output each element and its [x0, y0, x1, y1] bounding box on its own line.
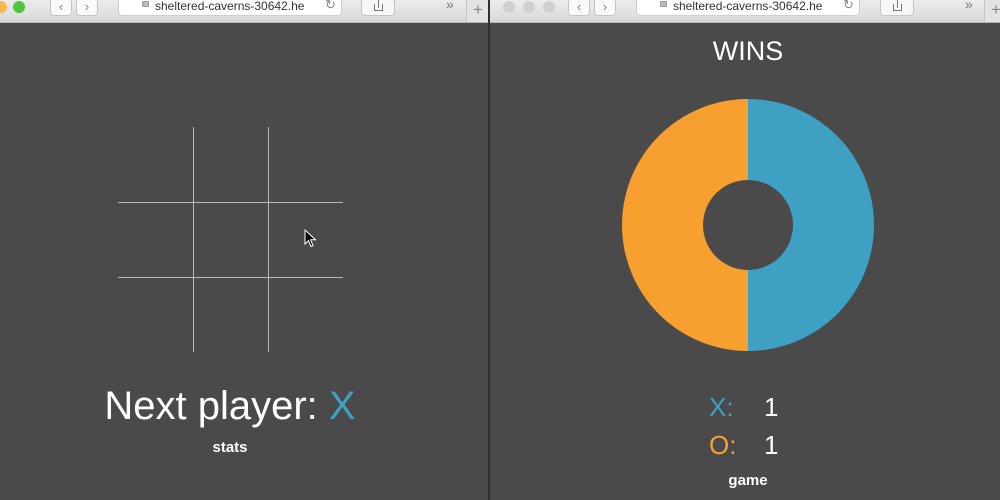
- board-cell-8[interactable]: [193, 277, 268, 352]
- reload-icon[interactable]: ↻: [843, 0, 854, 14]
- stats-window: ‹ › sheltered-caverns-30642.he ↻ » + WIN…: [490, 0, 1000, 500]
- forward-icon: ›: [602, 0, 608, 14]
- game-link[interactable]: game: [490, 472, 1000, 489]
- new-tab-button[interactable]: +: [466, 0, 488, 22]
- minimize-button[interactable]: [0, 1, 7, 13]
- donut-slice-x: [748, 99, 874, 351]
- lock-icon: [142, 1, 149, 7]
- reload-icon[interactable]: ↻: [325, 0, 336, 14]
- url-text: sheltered-caverns-30642.he: [155, 0, 305, 13]
- score-value-o: 1: [764, 430, 779, 460]
- wins-donut-chart: [622, 99, 874, 351]
- donut-slice-o: [622, 99, 748, 351]
- address-bar[interactable]: sheltered-caverns-30642.he ↻: [118, 0, 342, 16]
- lock-icon: [660, 1, 667, 7]
- board-cell-4[interactable]: [118, 202, 193, 277]
- browser-toolbar: ‹ › sheltered-caverns-30642.he ↻ » +: [490, 0, 1000, 23]
- forward-button[interactable]: ›: [594, 0, 616, 16]
- stats-link[interactable]: stats: [0, 439, 460, 456]
- close-button[interactable]: [503, 1, 515, 13]
- score-label-x: X:: [709, 392, 734, 422]
- zoom-button[interactable]: [13, 1, 25, 13]
- overflow-chevron-icon[interactable]: »: [965, 0, 973, 12]
- score-value-x: 1: [764, 392, 779, 422]
- board-cell-5[interactable]: [193, 202, 268, 277]
- back-icon: ‹: [576, 0, 582, 14]
- back-button[interactable]: ‹: [50, 0, 72, 16]
- forward-button[interactable]: ›: [76, 0, 98, 16]
- url-text: sheltered-caverns-30642.he: [673, 0, 823, 13]
- share-button[interactable]: [880, 0, 914, 16]
- next-player-value: X: [328, 384, 356, 428]
- browser-toolbar: ‹ › sheltered-caverns-30642.he ↻ » +: [0, 0, 488, 23]
- forward-icon: ›: [84, 0, 90, 14]
- board-cell-9[interactable]: [268, 277, 343, 352]
- board-cell-7[interactable]: [118, 277, 193, 352]
- back-icon: ‹: [58, 0, 64, 14]
- wins-title: WINS: [712, 36, 784, 66]
- next-player-status: Next player: X: [0, 378, 460, 434]
- score-label-o: O:: [709, 430, 737, 460]
- board-cell-1[interactable]: [118, 127, 193, 202]
- board-cell-3[interactable]: [268, 127, 343, 202]
- board-cell-2[interactable]: [193, 127, 268, 202]
- overflow-chevron-icon[interactable]: »: [446, 0, 454, 12]
- new-tab-button[interactable]: +: [984, 0, 1000, 22]
- mouse-cursor-icon: [304, 229, 317, 248]
- address-bar[interactable]: sheltered-caverns-30642.he ↻: [636, 0, 860, 16]
- zoom-button[interactable]: [543, 1, 555, 13]
- share-button[interactable]: [361, 0, 395, 16]
- next-player-label: Next player:: [104, 384, 318, 428]
- back-button[interactable]: ‹: [568, 0, 590, 16]
- game-window: ‹ › sheltered-caverns-30642.he ↻ » + Nex: [0, 0, 488, 500]
- minimize-button[interactable]: [523, 1, 535, 13]
